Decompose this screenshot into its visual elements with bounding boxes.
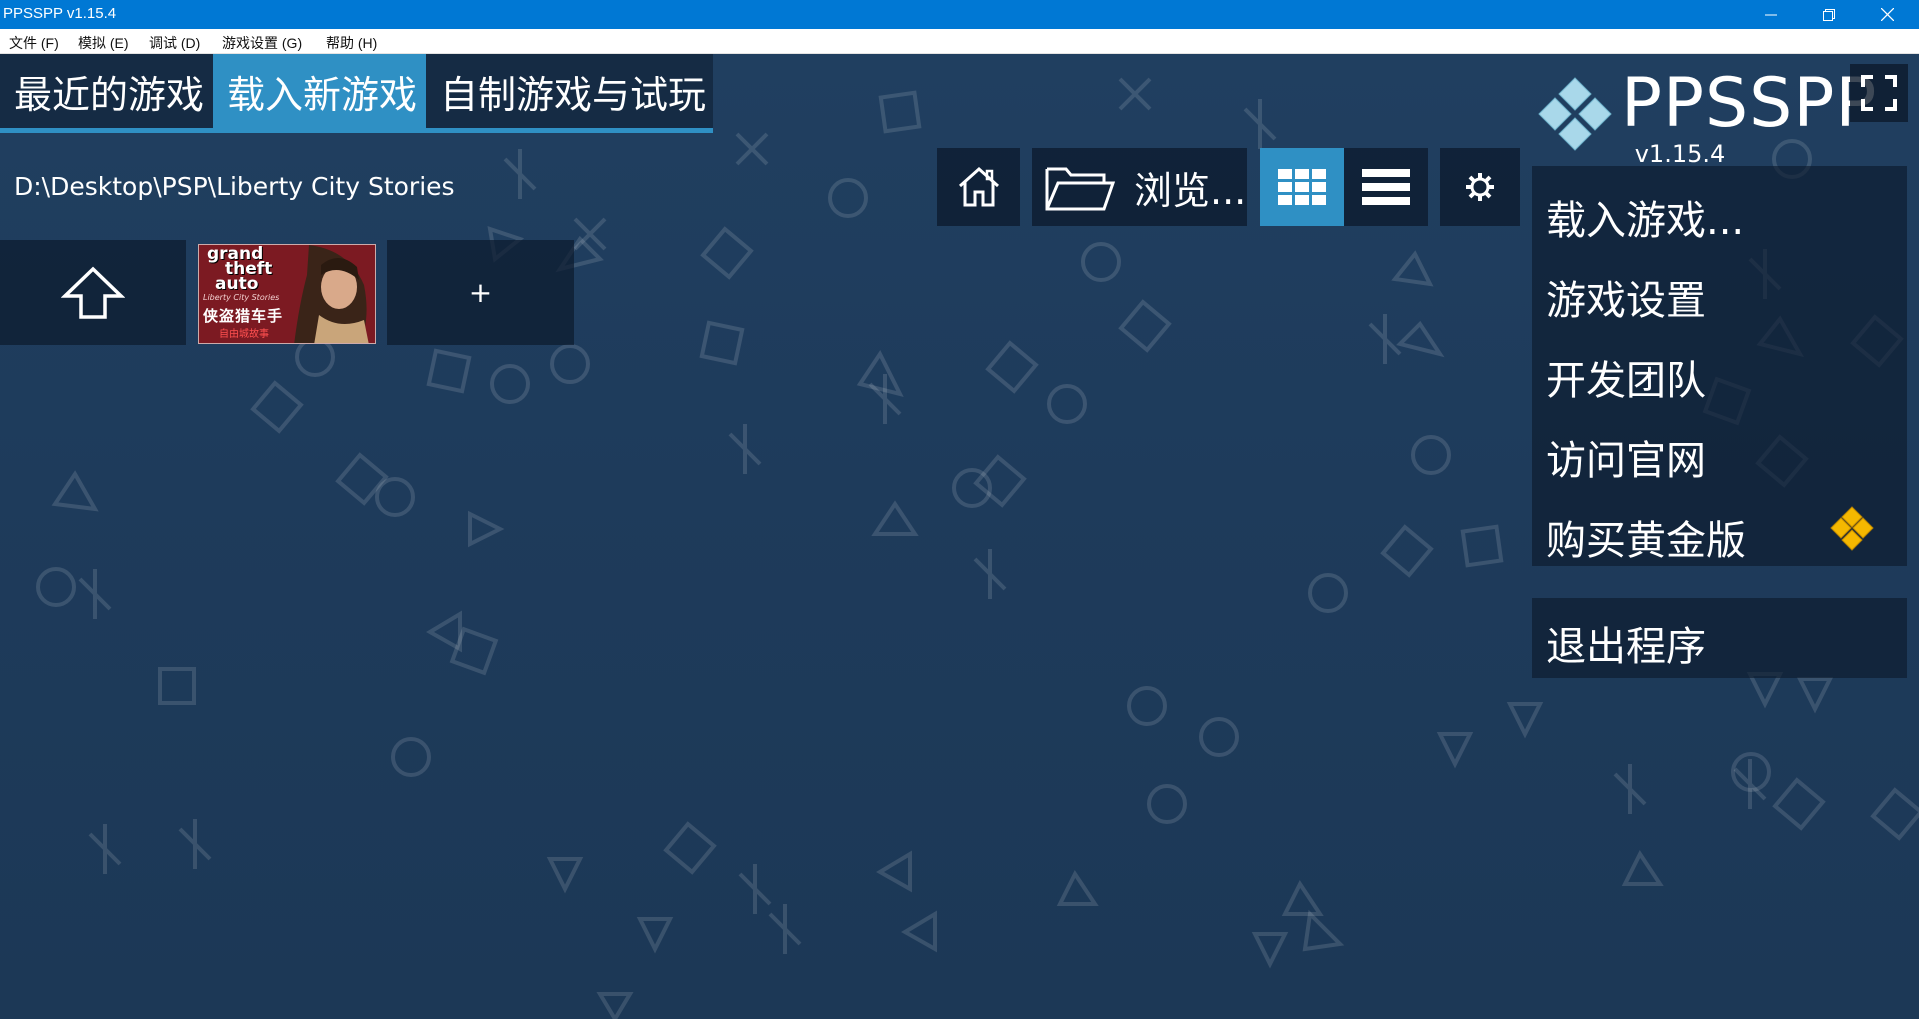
restore-button[interactable] xyxy=(1800,0,1858,29)
tab-label: 载入新游戏 xyxy=(227,73,418,117)
gold-logo-icon xyxy=(1830,506,1874,551)
cover-line: auto xyxy=(215,274,259,294)
cover-logo: grand theft auto xyxy=(207,246,272,294)
cover-cn-title: 侠盗猎车手 xyxy=(203,307,284,325)
list-view-button[interactable] xyxy=(1344,148,1428,226)
menu-bar: 文件 (F) 模拟 (E) 调试 (D) 游戏设置 (G) 帮助 (H) xyxy=(0,29,1919,54)
cover-subtitle: Liberty City Stories xyxy=(203,293,280,302)
ppsspp-logo-icon xyxy=(1538,77,1612,151)
brand-name: PPSSPP xyxy=(1621,64,1878,143)
browse-label: 浏览... xyxy=(1134,168,1247,213)
current-path: D:\Desktop\PSP\Liberty City Stories xyxy=(14,172,455,201)
list-view-icon xyxy=(1362,169,1410,205)
fullscreen-icon xyxy=(1861,75,1897,111)
game-settings-item[interactable]: 游戏设置 xyxy=(1546,268,1706,326)
exit-menu: 退出程序 xyxy=(1532,598,1907,678)
visit-website-item[interactable]: 访问官网 xyxy=(1546,428,1706,486)
minimize-button[interactable] xyxy=(1742,0,1800,29)
add-folder-shortcut-button[interactable]: + xyxy=(387,240,574,345)
menu-emulation[interactable]: 模拟 (E) xyxy=(78,33,129,53)
add-label: + xyxy=(468,276,493,309)
menu-file[interactable]: 文件 (F) xyxy=(9,33,59,53)
tab-load-new-game[interactable]: 载入新游戏 xyxy=(213,54,426,129)
up-arrow-icon xyxy=(61,266,125,319)
home-icon xyxy=(958,166,999,207)
menu-help[interactable]: 帮助 (H) xyxy=(326,33,377,53)
tab-homebrew-demos[interactable]: 自制游戏与试玩 xyxy=(426,54,713,129)
main-screen: 最近的游戏 载入新游戏 自制游戏与试玩 D:\Desktop\PSP\Liber… xyxy=(0,54,1919,1019)
tab-underline xyxy=(0,128,713,133)
side-menu: 载入游戏... 游戏设置 开发团队 访问官网 购买黄金版 xyxy=(1532,166,1907,566)
fullscreen-button[interactable] xyxy=(1850,64,1908,122)
window-title: PPSSPP v1.15.4 xyxy=(3,5,117,22)
browse-button[interactable]: 浏览... xyxy=(1032,148,1247,226)
close-icon xyxy=(1880,8,1894,21)
brand-version: v1.15.4 xyxy=(1634,140,1726,168)
ppsspp-logo: PPSSPP v1.15.4 xyxy=(1535,64,1876,168)
menu-debug[interactable]: 调试 (D) xyxy=(149,33,200,53)
cover-cn-subtitle: 自由城故事 xyxy=(219,329,269,340)
window-titlebar: PPSSPP v1.15.4 xyxy=(0,0,1919,29)
settings-button[interactable] xyxy=(1440,148,1520,226)
grid-view-icon xyxy=(1278,169,1326,205)
tab-label: 自制游戏与试玩 xyxy=(440,73,707,117)
close-button[interactable] xyxy=(1858,0,1916,29)
buy-gold-item[interactable]: 购买黄金版 xyxy=(1546,508,1746,566)
tab-recent-games[interactable]: 最近的游戏 xyxy=(0,54,213,129)
restore-icon xyxy=(1823,8,1835,21)
exit-item[interactable]: 退出程序 xyxy=(1546,614,1706,672)
parent-directory-button[interactable] xyxy=(0,240,186,345)
tab-label: 最近的游戏 xyxy=(14,73,205,117)
game-cover-liberty-city-stories[interactable]: grand theft auto Liberty City Stories 侠盗… xyxy=(198,244,376,344)
gear-icon xyxy=(1466,173,1494,201)
credits-item[interactable]: 开发团队 xyxy=(1546,348,1706,406)
grid-view-button[interactable] xyxy=(1260,148,1344,226)
folder-icon xyxy=(1045,167,1116,211)
home-button[interactable] xyxy=(937,148,1020,226)
load-game-item[interactable]: 载入游戏... xyxy=(1546,188,1744,246)
menu-game-settings[interactable]: 游戏设置 (G) xyxy=(222,33,302,53)
minimize-icon xyxy=(1765,14,1777,15)
